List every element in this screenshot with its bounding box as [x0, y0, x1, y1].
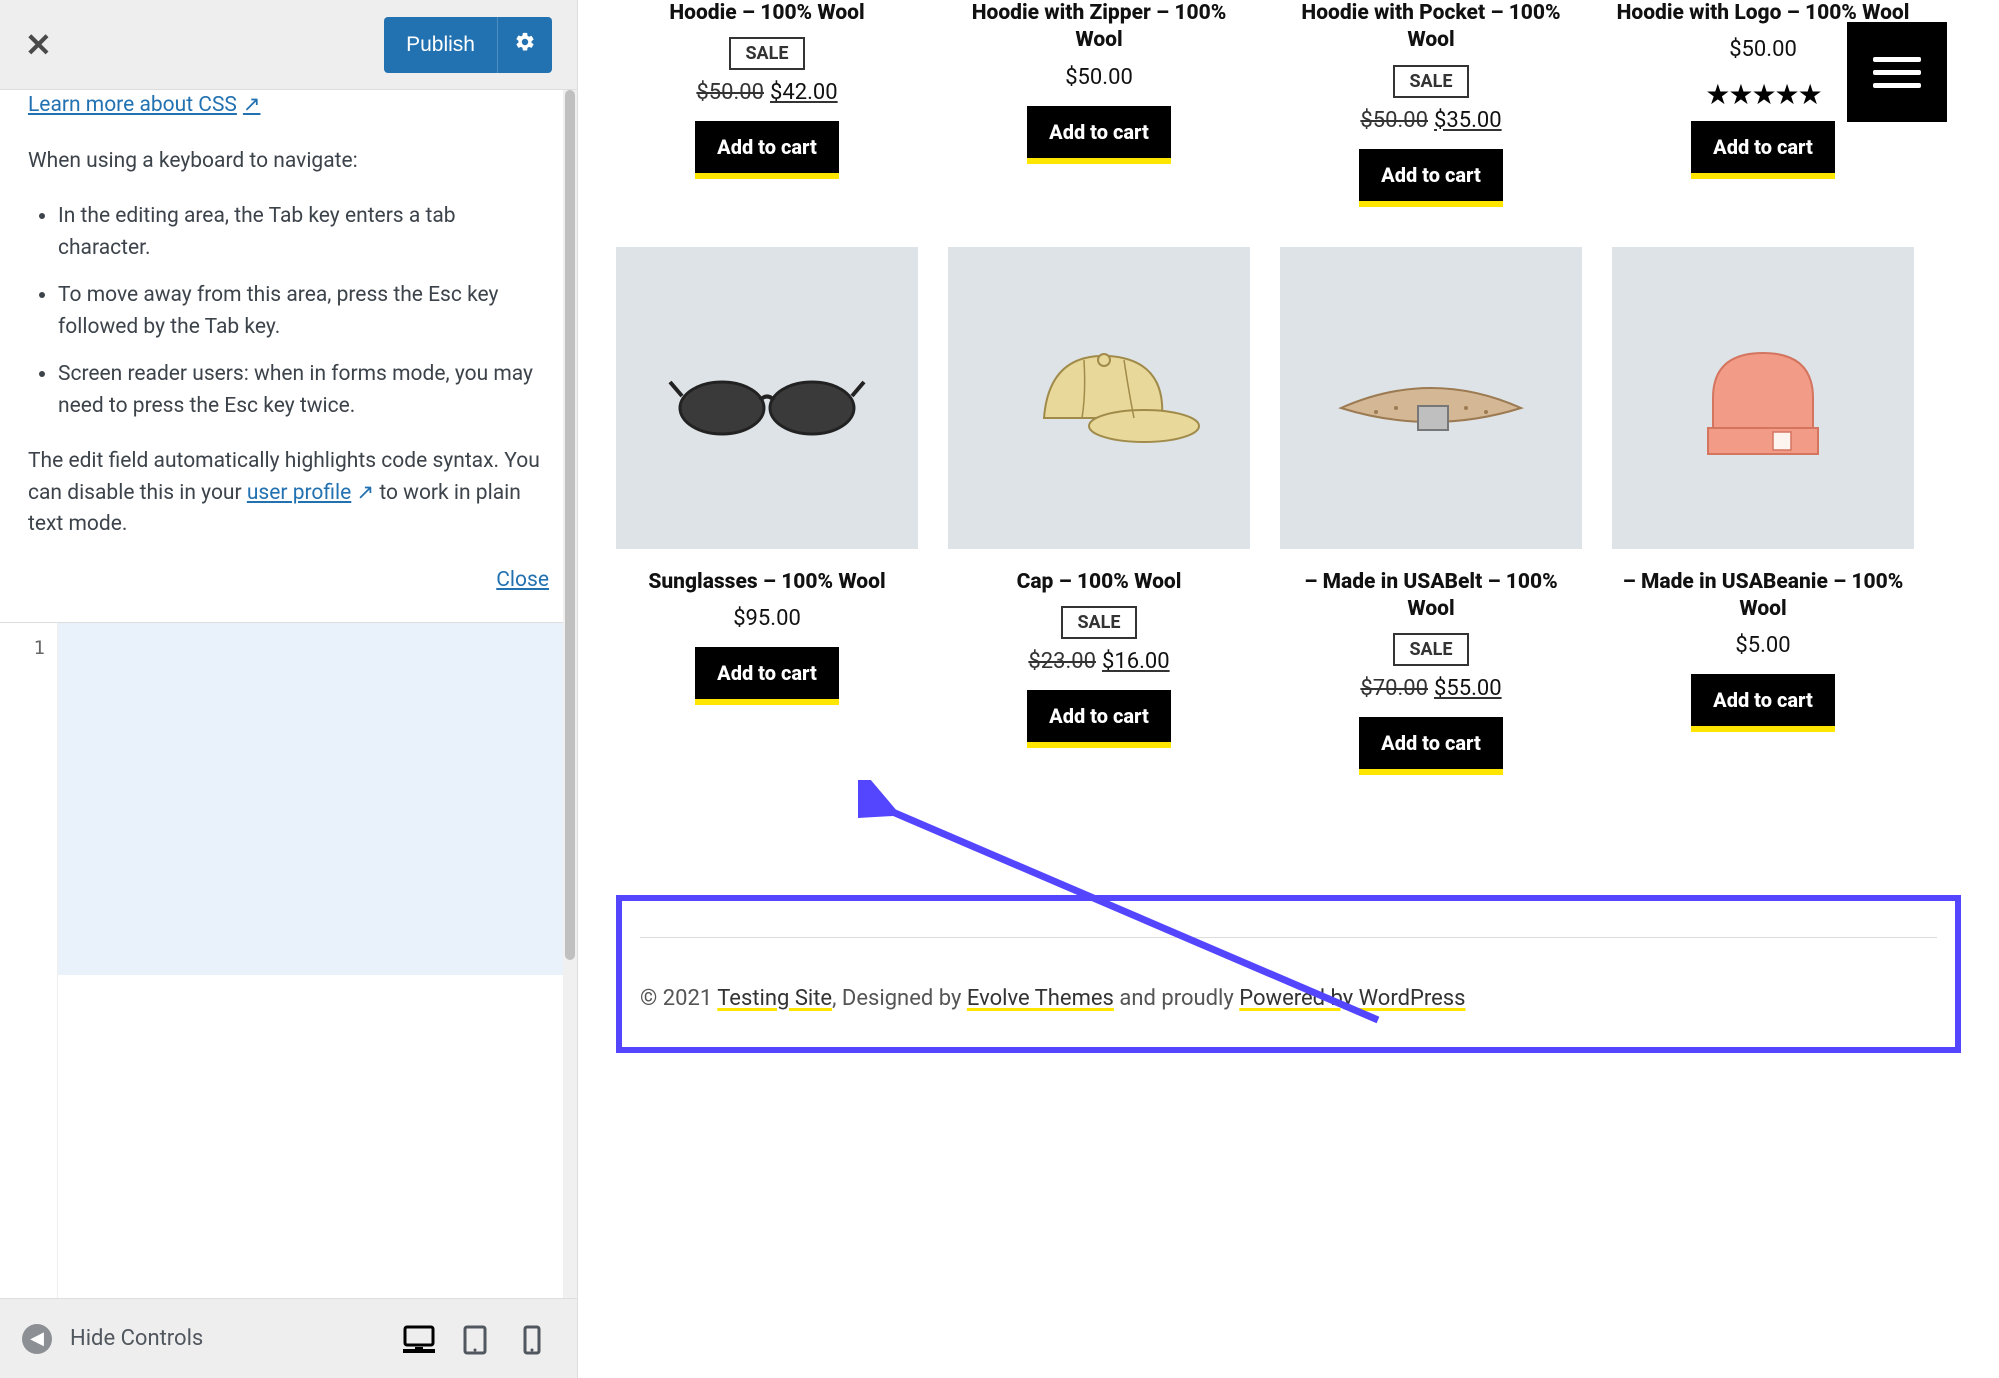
sidebar-scrollbar[interactable]	[563, 90, 577, 1298]
price: $23.00$16.00	[948, 649, 1250, 674]
gear-icon	[514, 31, 536, 59]
site-preview: Hoodie – 100% Wool SALE $50.00$42.00 Add…	[578, 0, 1999, 1378]
scrollbar-thumb[interactable]	[565, 90, 575, 960]
publish-button[interactable]: Publish	[384, 17, 497, 73]
list-item: Screen reader users: when in forms mode,…	[58, 359, 549, 422]
sidebar-header: ✕ Publish	[0, 0, 577, 90]
hamburger-menu[interactable]	[1847, 22, 1947, 122]
css-editor[interactable]: 1	[0, 623, 577, 1298]
sale-badge: SALE	[1393, 65, 1468, 98]
publish-settings-button[interactable]	[497, 17, 552, 73]
price: $5.00	[1612, 633, 1914, 658]
sale-badge: SALE	[729, 37, 804, 70]
desktop-icon[interactable]	[403, 1325, 435, 1353]
mobile-icon[interactable]	[523, 1325, 555, 1353]
list-item: In the editing area, the Tab key enters …	[58, 201, 549, 264]
user-profile-link[interactable]: user profile	[247, 481, 351, 505]
line-gutter: 1	[0, 623, 58, 1298]
learn-css-link[interactable]: Learn more about CSS ↗	[28, 90, 261, 122]
syntax-help: The edit field automatically highlights …	[28, 446, 549, 541]
hide-controls-button[interactable]: Hide Controls	[70, 1326, 203, 1351]
sidebar-footer: ◀ Hide Controls	[0, 1298, 577, 1378]
product-title[interactable]: Hoodie with Pocket – 100% Wool	[1280, 0, 1582, 55]
add-to-cart-button[interactable]: Add to cart	[1359, 717, 1503, 775]
add-to-cart-button[interactable]: Add to cart	[1691, 674, 1835, 732]
product-title[interactable]: – Made in USABelt – 100% Wool	[1280, 569, 1582, 624]
tablet-icon[interactable]	[463, 1325, 495, 1353]
add-to-cart-button[interactable]: Add to cart	[1691, 121, 1835, 179]
list-item: To move away from this area, press the E…	[58, 280, 549, 343]
product-card: Hoodie with Zipper – 100% Wool $50.00 Ad…	[948, 0, 1250, 207]
css-editor-section: 1	[0, 622, 577, 1298]
product-card: Sunglasses – 100% Wool $95.00 Add to car…	[616, 247, 918, 776]
product-image[interactable]	[1280, 247, 1582, 549]
keyboard-tips-list: In the editing area, the Tab key enters …	[58, 201, 549, 422]
site-title-link[interactable]: Testing Site	[717, 986, 832, 1011]
price: $50.00$42.00	[616, 80, 918, 105]
add-to-cart-button[interactable]: Add to cart	[1027, 106, 1171, 164]
hamburger-icon	[1873, 49, 1921, 96]
product-card: Hoodie – 100% Wool SALE $50.00$42.00 Add…	[616, 0, 918, 207]
product-row-1: Hoodie – 100% Wool SALE $50.00$42.00 Add…	[596, 0, 1981, 207]
price: $70.00$55.00	[1280, 676, 1582, 701]
product-card: Hoodie with Pocket – 100% Wool SALE $50.…	[1280, 0, 1582, 207]
publish-group: Publish	[384, 17, 552, 73]
site-footer: © 2021 Testing Site, Designed by Evolve …	[640, 937, 1937, 1011]
sale-badge: SALE	[1393, 633, 1468, 666]
product-image[interactable]	[616, 247, 918, 549]
product-image[interactable]	[948, 247, 1250, 549]
add-to-cart-button[interactable]: Add to cart	[1359, 149, 1503, 207]
product-title[interactable]: Hoodie – 100% Wool	[616, 0, 918, 27]
footer-highlight-box: © 2021 Testing Site, Designed by Evolve …	[616, 895, 1961, 1053]
product-title[interactable]: – Made in USABeanie – 100% Wool	[1612, 569, 1914, 624]
sidebar-body: Learn more about CSS ↗ When using a keyb…	[0, 90, 577, 616]
sale-badge: SALE	[1061, 606, 1136, 639]
product-image[interactable]	[1612, 247, 1914, 549]
customizer-sidebar: ✕ Publish Learn more about CSS ↗ When us…	[0, 0, 578, 1378]
price: $50.00$35.00	[1280, 108, 1582, 133]
collapse-icon[interactable]: ◀	[22, 1324, 52, 1354]
close-icon[interactable]: ✕	[25, 26, 52, 64]
product-card: – Made in USABeanie – 100% Wool $5.00 Ad…	[1612, 247, 1914, 776]
price: $95.00	[616, 606, 918, 631]
product-card: – Made in USABelt – 100% Wool SALE $70.0…	[1280, 247, 1582, 776]
device-toggle	[403, 1325, 555, 1353]
product-title[interactable]: Hoodie with Zipper – 100% Wool	[948, 0, 1250, 55]
keyboard-intro: When using a keyboard to navigate:	[28, 146, 549, 178]
price: $50.00	[948, 65, 1250, 90]
wordpress-link[interactable]: Powered by WordPress	[1239, 986, 1465, 1011]
add-to-cart-button[interactable]: Add to cart	[695, 647, 839, 705]
add-to-cart-button[interactable]: Add to cart	[1027, 690, 1171, 748]
product-title[interactable]: Cap – 100% Wool	[948, 569, 1250, 596]
product-row-2: Sunglasses – 100% Wool $95.00 Add to car…	[596, 247, 1981, 776]
external-link-icon: ↗	[243, 90, 261, 122]
add-to-cart-button[interactable]: Add to cart	[695, 121, 839, 179]
product-card: Cap – 100% Wool SALE $23.00$16.00 Add to…	[948, 247, 1250, 776]
theme-link[interactable]: Evolve Themes	[967, 986, 1114, 1011]
editor-empty[interactable]	[58, 975, 577, 1299]
product-title[interactable]: Sunglasses – 100% Wool	[616, 569, 918, 596]
close-link[interactable]: Close	[28, 565, 549, 597]
external-link-icon: ↗	[357, 481, 375, 505]
editor-line[interactable]	[58, 623, 577, 975]
